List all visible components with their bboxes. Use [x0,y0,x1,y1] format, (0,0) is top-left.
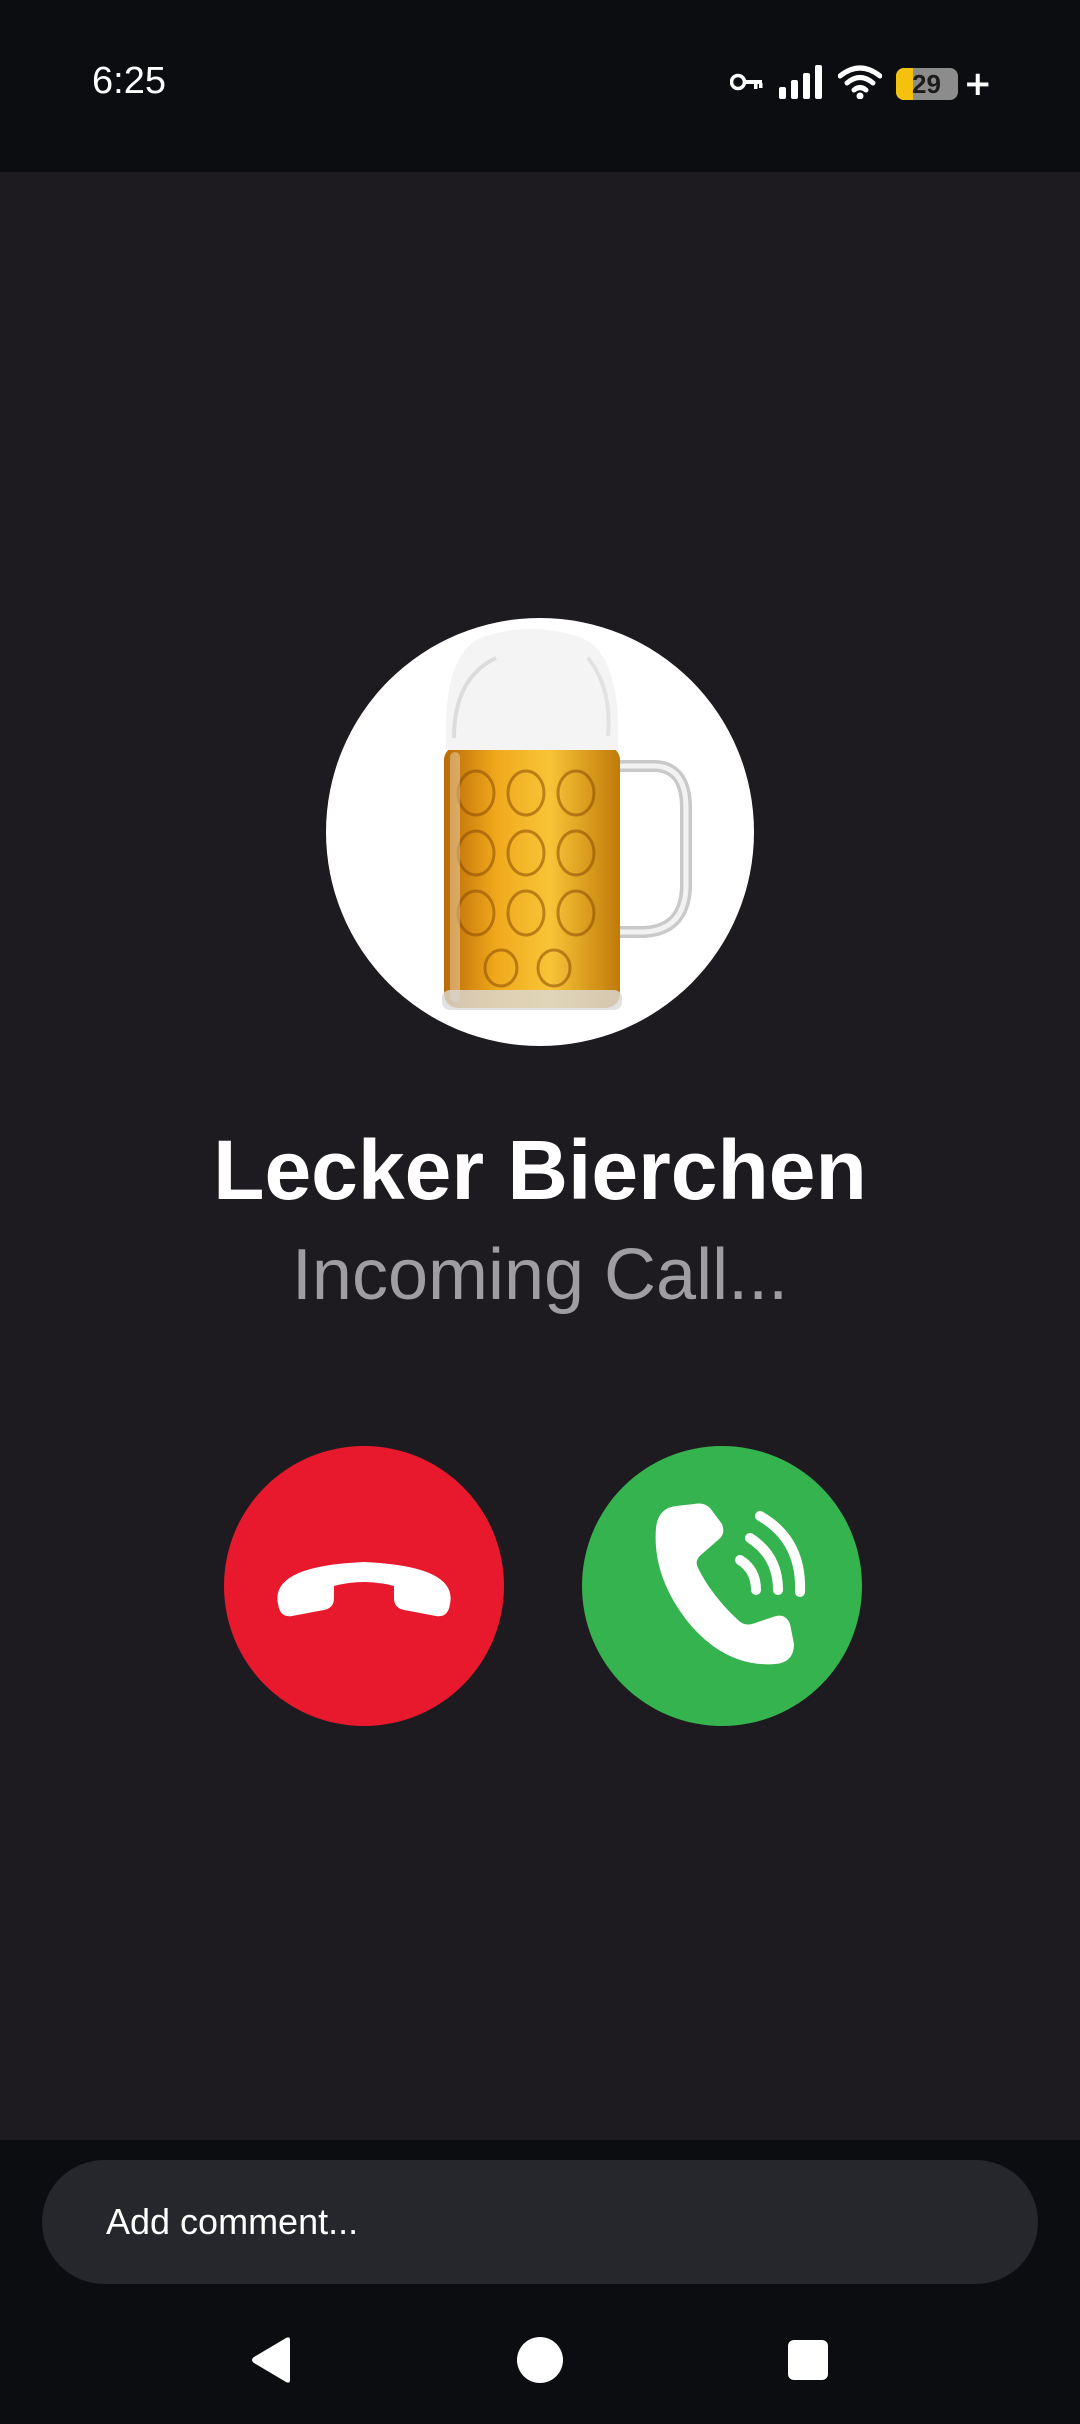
charging-plus-icon: + [963,64,993,104]
accept-call-button[interactable] [582,1446,862,1726]
back-icon [252,2337,290,2383]
caller-name: Lecker Bierchen [213,1123,867,1217]
recents-button[interactable] [780,2332,836,2388]
navigation-bar [0,2292,1080,2424]
home-icon [517,2337,563,2383]
decline-call-button[interactable] [224,1446,504,1726]
comment-bar [0,2140,1080,2292]
screen: 6:25 29 + Lecker Bierchen Incoming Call.… [0,0,1080,2424]
wifi-icon [837,65,882,104]
battery-icon: 29 [895,68,958,100]
recents-icon [788,2340,828,2380]
battery-level: 29 [912,68,941,99]
back-button[interactable] [244,2332,300,2388]
battery-fill [895,68,914,100]
status-icons: 29 + [729,64,993,104]
phone-ringing-icon [655,1503,806,1665]
caller-avatar [326,618,754,1046]
incoming-call-screen: Lecker Bierchen Incoming Call... [0,172,1080,2140]
hang-up-icon [277,1562,451,1617]
home-button[interactable] [512,2332,568,2388]
vpn-key-icon [729,71,764,98]
call-status: Incoming Call... [291,1235,789,1315]
comment-input[interactable] [42,2160,1038,2284]
beer-mug-icon [442,629,692,1010]
status-bar: 6:25 29 + [0,0,1080,172]
status-time: 6:25 [92,60,166,102]
signal-icon [778,64,824,104]
